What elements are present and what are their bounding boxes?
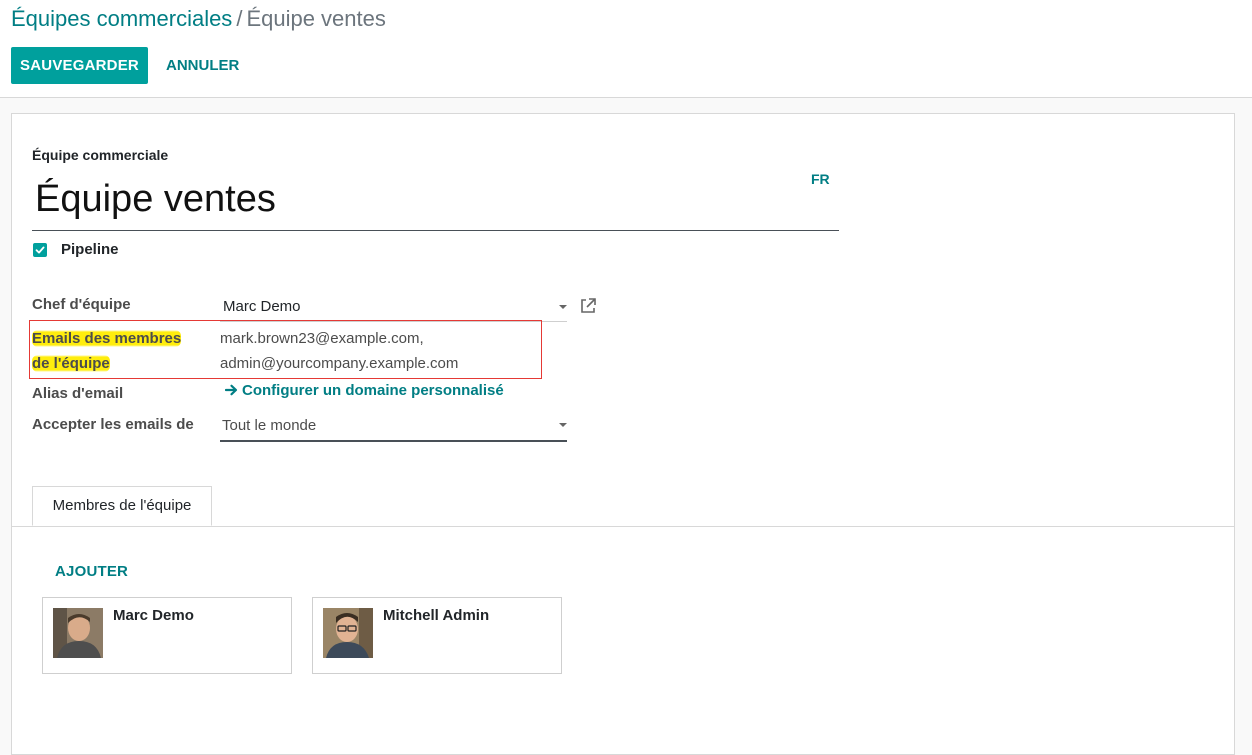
form-sheet: Équipe commerciale Équipe ventes FR Pipe… xyxy=(11,113,1235,755)
pipeline-checkbox[interactable] xyxy=(33,243,47,257)
save-button[interactable]: SAUVEGARDER xyxy=(11,47,148,84)
caret-down-icon xyxy=(559,423,567,427)
breadcrumb-parent-link[interactable]: Équipes commerciales xyxy=(11,6,232,31)
email-alias-label: Alias d'email xyxy=(32,385,124,402)
member-email-1: mark.brown23@example.com, xyxy=(220,330,424,347)
tab-team-members[interactable]: Membres de l'équipe xyxy=(32,486,212,526)
breadcrumb: Équipes commerciales / Équipe ventes xyxy=(11,5,386,33)
caret-down-icon xyxy=(559,305,567,309)
pipeline-label: Pipeline xyxy=(61,241,119,258)
member-card-mitchell-admin[interactable]: Mitchell Admin xyxy=(312,597,562,674)
member-name: Marc Demo xyxy=(113,607,194,624)
member-card-marc-demo[interactable]: Marc Demo xyxy=(42,597,292,674)
external-link-icon[interactable] xyxy=(579,297,597,320)
team-name-label: Équipe commerciale xyxy=(32,147,169,163)
member-emails-label: Emails des membres de l'équipe xyxy=(32,326,182,376)
accept-emails-value: Tout le monde xyxy=(222,417,317,434)
cancel-button[interactable]: ANNULER xyxy=(158,47,247,84)
accept-emails-label: Accepter les emails de xyxy=(32,416,194,433)
member-emails-label-line2: de l'équipe xyxy=(32,355,110,372)
add-member-button[interactable]: AJOUTER xyxy=(55,563,128,580)
language-button[interactable]: FR xyxy=(811,171,830,187)
checkmark-icon xyxy=(35,246,45,254)
configure-domain-link[interactable]: Configurer un domaine personnalisé xyxy=(224,382,504,399)
avatar xyxy=(53,608,103,658)
team-leader-value: Marc Demo xyxy=(223,298,301,315)
team-leader-label: Chef d'équipe xyxy=(32,296,131,313)
tab-divider xyxy=(12,526,1234,527)
team-name-input[interactable]: Équipe ventes xyxy=(32,172,839,231)
arrow-right-icon xyxy=(224,382,238,399)
breadcrumb-current: Équipe ventes xyxy=(246,6,386,31)
member-emails-value: mark.brown23@example.com, admin@yourcomp… xyxy=(220,326,458,376)
breadcrumb-separator: / xyxy=(236,6,243,31)
configure-domain-link-text: Configurer un domaine personnalisé xyxy=(242,382,504,399)
control-panel: Équipes commerciales / Équipe ventes SAUVE… xyxy=(0,0,1252,98)
member-email-2: admin@yourcompany.example.com xyxy=(220,355,459,372)
team-leader-select[interactable]: Marc Demo xyxy=(220,294,567,322)
accept-emails-select[interactable]: Tout le monde xyxy=(220,412,567,442)
member-emails-label-line1: Emails des membres xyxy=(32,330,182,347)
avatar xyxy=(323,608,373,658)
member-name: Mitchell Admin xyxy=(383,607,490,624)
